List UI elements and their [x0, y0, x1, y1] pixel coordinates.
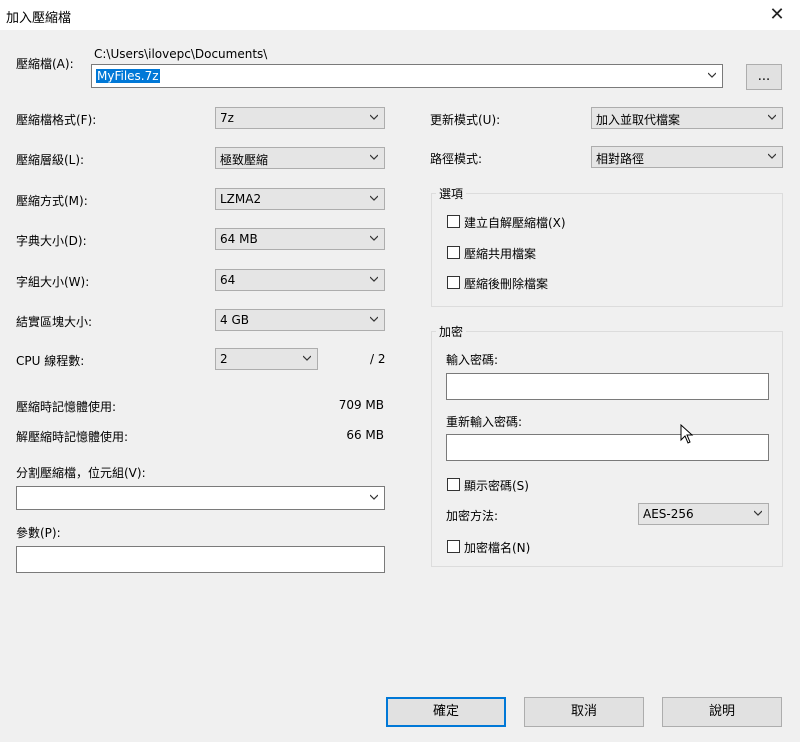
- solid-label: 結實區塊大小:: [16, 315, 93, 329]
- encrypt-names-checkbox[interactable]: [447, 540, 460, 553]
- delete-checkbox[interactable]: [447, 276, 460, 289]
- chevron-down-icon: [370, 235, 378, 241]
- params-input[interactable]: [16, 546, 385, 573]
- level-label: 壓縮層級(L):: [16, 153, 85, 167]
- update-value: 加入並取代檔案: [596, 113, 681, 127]
- pathmode-value: 相對路徑: [596, 152, 645, 166]
- solid-select[interactable]: 4 GB: [215, 309, 385, 331]
- password-input[interactable]: [446, 373, 769, 400]
- split-label: 分割壓縮檔，位元組(V):: [16, 466, 146, 480]
- method-select[interactable]: LZMA2: [215, 188, 385, 210]
- ok-button[interactable]: 確定: [386, 697, 506, 727]
- window-title: 加入壓縮檔: [6, 11, 72, 26]
- archive-path: C:\Users\ilovepc\Documents\: [94, 47, 268, 61]
- password-confirm-label: 重新輸入密碼:: [446, 415, 523, 429]
- enc-method-value: AES-256: [643, 507, 694, 521]
- dict-label: 字典大小(D):: [16, 234, 87, 248]
- cpu-max: / 2: [370, 352, 386, 366]
- delete-label: 壓縮後刪除檔案: [464, 277, 549, 291]
- chevron-down-icon: [370, 154, 378, 160]
- archive-name-value: MyFiles.7z: [96, 69, 160, 83]
- chevron-down-icon: [303, 355, 311, 361]
- level-select[interactable]: 極致壓縮: [215, 147, 385, 169]
- format-value: 7z: [220, 111, 234, 125]
- enc-method-label: 加密方法:: [446, 509, 499, 523]
- chevron-down-icon: [370, 114, 378, 120]
- encryption-title: 加密: [436, 323, 467, 340]
- chevron-down-icon: [708, 72, 716, 78]
- pathmode-select[interactable]: 相對路徑: [591, 146, 783, 168]
- help-button[interactable]: 說明: [662, 697, 782, 727]
- show-password-checkbox[interactable]: [447, 478, 460, 491]
- chevron-down-icon: [370, 195, 378, 201]
- format-select[interactable]: 7z: [215, 107, 385, 129]
- word-label: 字組大小(W):: [16, 275, 90, 289]
- sfx-checkbox[interactable]: [447, 215, 460, 228]
- dict-value: 64 MB: [220, 232, 258, 246]
- enc-method-select[interactable]: AES-256: [638, 503, 769, 525]
- update-select[interactable]: 加入並取代檔案: [591, 107, 783, 129]
- chevron-down-icon: [754, 510, 762, 516]
- show-password-label: 顯示密碼(S): [464, 479, 529, 493]
- chevron-down-icon: [370, 316, 378, 322]
- word-value: 64: [220, 273, 236, 287]
- close-button[interactable]: ✕: [766, 4, 788, 26]
- mouse-cursor-icon: [680, 424, 694, 444]
- params-label: 參數(P):: [16, 526, 61, 540]
- cpu-value: 2: [220, 352, 228, 366]
- password-confirm-input[interactable]: [446, 434, 769, 461]
- word-select[interactable]: 64: [215, 269, 385, 291]
- shared-label: 壓縮共用檔案: [464, 247, 537, 261]
- chevron-down-icon: [370, 494, 378, 500]
- encrypt-names-label: 加密檔名(N): [464, 541, 531, 555]
- method-value: LZMA2: [220, 192, 262, 206]
- chevron-down-icon: [768, 114, 776, 120]
- cancel-button[interactable]: 取消: [524, 697, 644, 727]
- format-label: 壓縮檔格式(F):: [16, 113, 97, 127]
- dict-select[interactable]: 64 MB: [215, 228, 385, 250]
- archive-label: 壓縮檔(A):: [16, 57, 74, 71]
- shared-checkbox[interactable]: [447, 246, 460, 259]
- update-label: 更新模式(U):: [430, 113, 501, 127]
- method-label: 壓縮方式(M):: [16, 194, 88, 208]
- split-combo[interactable]: [16, 486, 385, 510]
- cpu-label: CPU 線程數:: [16, 354, 85, 368]
- password-label: 輸入密碼:: [446, 353, 499, 367]
- chevron-down-icon: [370, 276, 378, 282]
- level-value: 極致壓縮: [220, 153, 269, 167]
- sfx-label: 建立自解壓縮檔(X): [464, 216, 566, 230]
- title-bar: [0, 0, 800, 30]
- mem-decompress-value: 66 MB: [346, 428, 384, 442]
- browse-button[interactable]: ...: [746, 64, 782, 90]
- mem-compress-label: 壓縮時記憶體使用:: [16, 400, 117, 414]
- mem-compress-value: 709 MB: [338, 398, 384, 412]
- solid-value: 4 GB: [220, 313, 249, 327]
- options-title: 選項: [436, 185, 467, 202]
- chevron-down-icon: [768, 153, 776, 159]
- cpu-select[interactable]: 2: [215, 348, 318, 370]
- pathmode-label: 路徑模式:: [430, 152, 483, 166]
- mem-decompress-label: 解壓縮時記憶體使用:: [16, 430, 129, 444]
- archive-name-combo[interactable]: MyFiles.7z: [91, 64, 723, 88]
